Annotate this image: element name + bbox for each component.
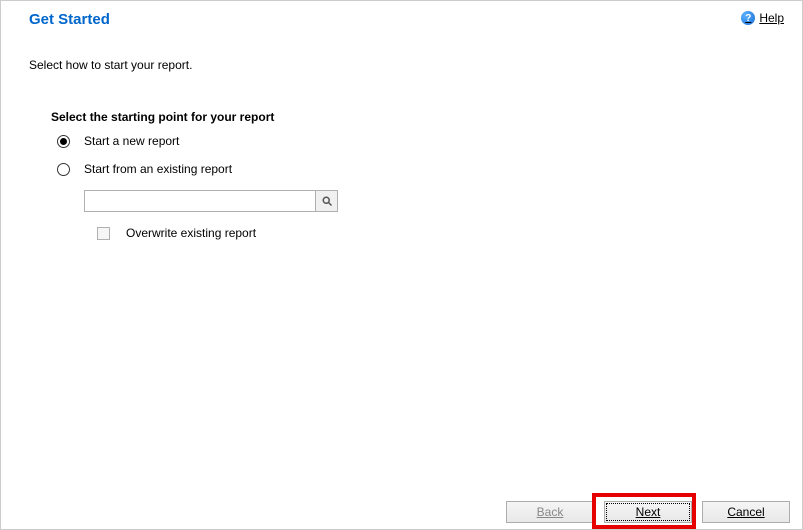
- radio-group: Start a new report Start from an existin…: [57, 134, 802, 176]
- radio-existing-report-label: Start from an existing report: [84, 162, 232, 176]
- cancel-button[interactable]: Cancel: [702, 501, 790, 523]
- intro-text: Select how to start your report.: [29, 58, 802, 72]
- search-icon: [321, 195, 333, 207]
- overwrite-checkbox[interactable]: [97, 227, 110, 240]
- help-label: Help: [759, 11, 784, 25]
- help-link[interactable]: ? Help: [741, 11, 784, 25]
- browse-button[interactable]: [316, 190, 338, 212]
- next-button[interactable]: Next: [604, 501, 692, 523]
- radio-new-report[interactable]: [57, 135, 70, 148]
- back-button[interactable]: Back: [506, 501, 594, 523]
- radio-existing-report[interactable]: [57, 163, 70, 176]
- overwrite-label: Overwrite existing report: [126, 226, 256, 240]
- radio-new-report-label: Start a new report: [84, 134, 179, 148]
- section-label: Select the starting point for your repor…: [51, 110, 802, 124]
- help-icon: ?: [741, 11, 755, 25]
- page-title: Get Started: [29, 11, 110, 28]
- footer-buttons: Back Next Cancel: [506, 501, 790, 523]
- existing-report-input[interactable]: [84, 190, 316, 212]
